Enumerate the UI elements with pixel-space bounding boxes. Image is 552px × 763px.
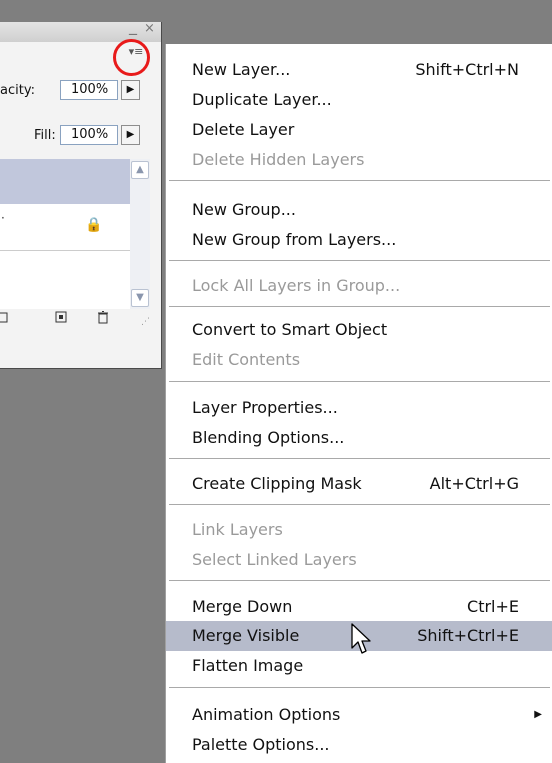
menu-separator xyxy=(169,458,550,460)
menu-separator xyxy=(169,381,550,383)
menu-item-label: Delete Hidden Layers xyxy=(192,150,365,169)
menu-item-new-group[interactable]: New Group... xyxy=(166,195,552,225)
menu-item-label: Delete Layer xyxy=(192,120,295,139)
menu-item-animation-options[interactable]: Animation Options ▶ xyxy=(166,700,552,730)
menu-item-label: Select Linked Layers xyxy=(192,550,357,569)
scroll-up-button[interactable]: ▲ xyxy=(131,161,149,179)
fill-dropdown-button[interactable]: ▶ xyxy=(121,125,140,145)
menu-item-label: Merge Visible xyxy=(192,626,300,645)
menu-item-edit-contents: Edit Contents xyxy=(166,345,552,375)
menu-item-shortcut: Ctrl+E xyxy=(467,597,519,616)
fill-row: Fill: 100% ▶ xyxy=(0,124,161,148)
menu-item-label: New Layer... xyxy=(192,60,291,79)
menu-item-shortcut: Shift+Ctrl+E xyxy=(417,626,519,645)
resize-grip-icon[interactable]: ⋰ xyxy=(141,317,150,327)
menu-item-create-clipping-mask[interactable]: Create Clipping Mask Alt+Ctrl+G xyxy=(166,469,552,499)
layers-scrollbar[interactable]: ▲ ▼ xyxy=(130,159,150,309)
submenu-arrow-icon: ▶ xyxy=(534,709,542,720)
layer-row-selected[interactable] xyxy=(0,159,130,204)
menu-item-label: Layer Properties... xyxy=(192,398,338,417)
fill-input[interactable]: 100% xyxy=(60,125,118,145)
menu-item-label: Lock All Layers in Group... xyxy=(192,276,401,295)
fill-label: Fill: xyxy=(34,128,56,143)
opacity-row: acity: 100% ▶ xyxy=(0,79,161,103)
menu-item-shortcut: Alt+Ctrl+G xyxy=(429,474,519,493)
menu-item-delete-layer[interactable]: Delete Layer xyxy=(166,115,552,145)
lock-icon: 🔒 xyxy=(85,217,103,233)
menu-item-convert-to-smart-object[interactable]: Convert to Smart Object xyxy=(166,315,552,345)
menu-item-label: New Group from Layers... xyxy=(192,230,397,249)
menu-item-flatten-image[interactable]: Flatten Image xyxy=(166,651,552,681)
menu-item-label: Convert to Smart Object xyxy=(192,320,388,339)
menu-item-duplicate-layer[interactable]: Duplicate Layer... xyxy=(166,85,552,115)
layers-panel: _ × ▾≡ acity: 100% ▶ Fill: 100% ▶ · 🔒 ▲ … xyxy=(0,22,162,369)
highlight-circle xyxy=(113,39,150,76)
close-icon[interactable]: × xyxy=(144,22,155,36)
menu-item-merge-visible[interactable]: Merge Visible Shift+Ctrl+E xyxy=(166,621,552,654)
trash-icon[interactable] xyxy=(97,311,109,328)
menu-item-label: Duplicate Layer... xyxy=(192,90,332,109)
menu-item-shortcut: Shift+Ctrl+N xyxy=(415,60,519,79)
menu-item-label: Palette Options... xyxy=(192,735,330,754)
menu-item-blending-options[interactable]: Blending Options... xyxy=(166,423,552,453)
menu-item-link-layers: Link Layers xyxy=(166,515,552,545)
menu-item-label: Blending Options... xyxy=(192,428,345,447)
layer-thumbnail-edge: · xyxy=(1,211,5,225)
panel-bottom-bar: ⋰ xyxy=(0,309,161,331)
menu-item-palette-options[interactable]: Palette Options... xyxy=(166,730,552,760)
menu-item-label: Link Layers xyxy=(192,520,283,539)
menu-separator xyxy=(169,260,550,262)
menu-separator xyxy=(169,504,550,506)
menu-item-delete-hidden-layers: Delete Hidden Layers xyxy=(166,145,552,175)
menu-item-lock-all-layers-in-group: Lock All Layers in Group... xyxy=(166,271,552,301)
menu-item-label: Flatten Image xyxy=(192,656,304,675)
menu-item-label: New Group... xyxy=(192,200,296,219)
menu-item-label: Merge Down xyxy=(192,597,293,616)
opacity-dropdown-button[interactable]: ▶ xyxy=(121,80,140,100)
menu-item-new-layer[interactable]: New Layer... Shift+Ctrl+N xyxy=(166,55,552,85)
menu-separator xyxy=(169,687,550,689)
opacity-input[interactable]: 100% xyxy=(60,80,118,100)
menu-separator xyxy=(169,306,550,308)
menu-separator xyxy=(169,580,550,582)
menu-item-new-group-from-layers[interactable]: New Group from Layers... xyxy=(166,225,552,255)
menu-item-layer-properties[interactable]: Layer Properties... xyxy=(166,393,552,423)
layers-panel-menu: New Layer... Shift+Ctrl+N Duplicate Laye… xyxy=(165,44,552,763)
menu-item-label: Create Clipping Mask xyxy=(192,474,362,493)
menu-separator xyxy=(169,180,550,182)
menu-item-label: Edit Contents xyxy=(192,350,301,369)
new-layer-icon[interactable] xyxy=(55,311,67,327)
menu-item-select-linked-layers: Select Linked Layers xyxy=(166,545,552,575)
opacity-label: acity: xyxy=(0,83,35,98)
minimize-button[interactable]: _ xyxy=(129,22,137,35)
new-group-icon[interactable] xyxy=(0,311,8,327)
layer-row[interactable]: · 🔒 xyxy=(0,205,130,251)
menu-item-label: Animation Options xyxy=(192,705,341,724)
layers-list: · 🔒 xyxy=(0,159,130,309)
scroll-down-button[interactable]: ▼ xyxy=(131,289,149,307)
menu-item-merge-down[interactable]: Merge Down Ctrl+E xyxy=(166,592,552,622)
